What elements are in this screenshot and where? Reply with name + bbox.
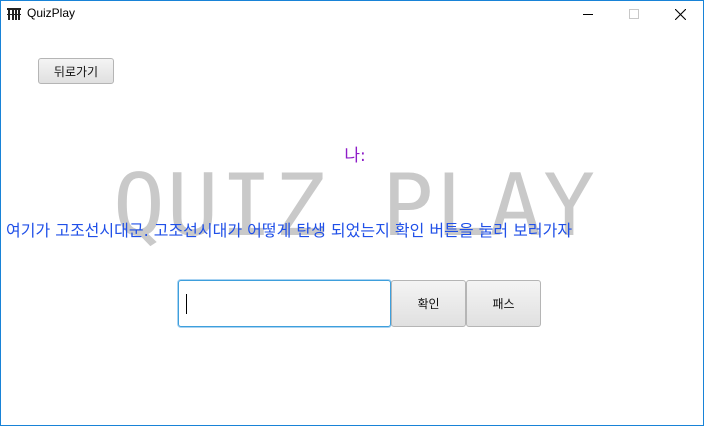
app-window: QuizPlay 뒤로가기 QUIZ PLAY 나: 여기가 고조선시대군. 고… (0, 0, 704, 426)
speaker-label: 나: (344, 146, 366, 166)
dialog-text: 여기가 고조선시대군. 고조선시대가 어떻게 탄생 되었는지 확인 버튼을 눌러… (6, 221, 573, 240)
pass-button[interactable]: 패스 (466, 280, 541, 327)
back-button[interactable]: 뒤로가기 (38, 58, 114, 84)
app-icon (7, 8, 21, 20)
confirm-button[interactable]: 확인 (391, 280, 466, 327)
close-button[interactable] (657, 1, 703, 27)
title-bar[interactable]: QuizPlay (1, 1, 703, 27)
maximize-icon (629, 9, 639, 19)
answer-input[interactable] (178, 280, 391, 327)
minimize-button[interactable] (565, 1, 611, 27)
window-title: QuizPlay (27, 6, 76, 20)
maximize-button[interactable] (611, 1, 657, 27)
minimize-icon (583, 14, 593, 15)
close-icon (674, 8, 686, 20)
text-caret (186, 294, 187, 314)
